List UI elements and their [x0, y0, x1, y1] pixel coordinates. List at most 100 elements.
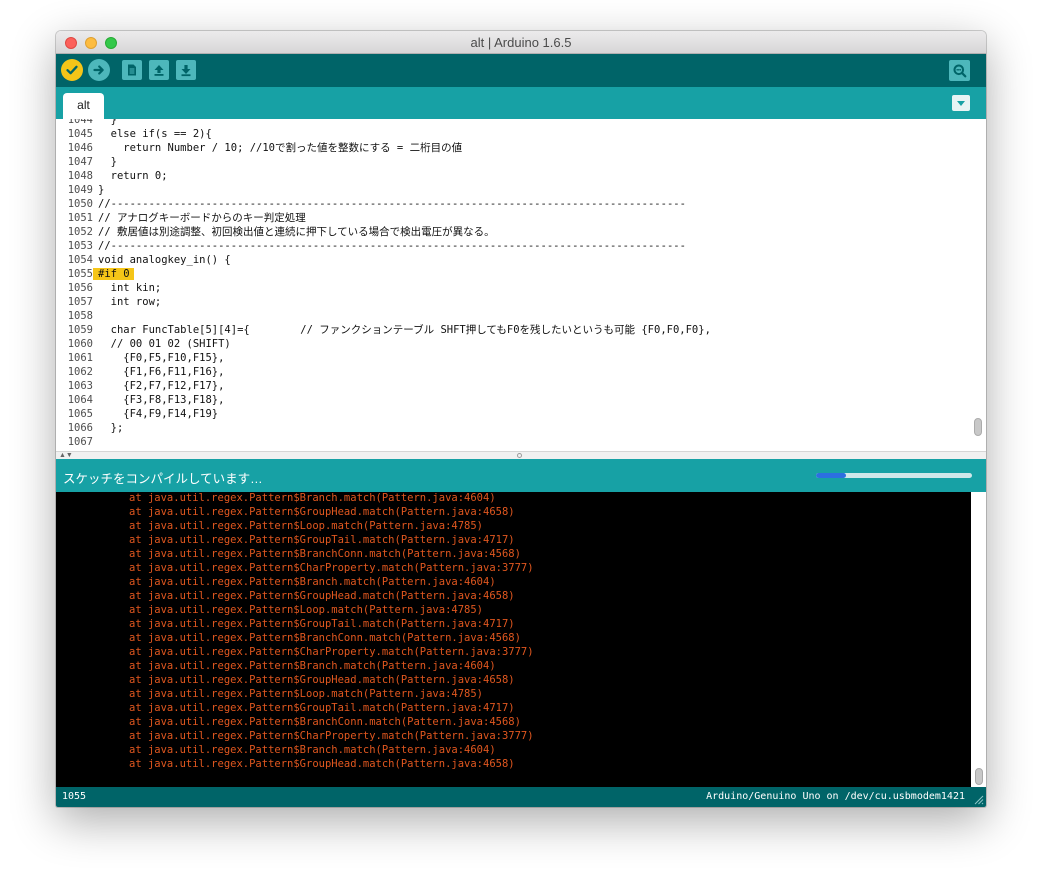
console-line: at java.util.regex.Pattern$GroupTail.mat… [129, 618, 515, 630]
code-line[interactable]: 1063 {F2,F7,F12,F17}, [56, 379, 971, 393]
line-number: 1045 [67, 128, 93, 140]
line-number: 1044 [67, 119, 93, 126]
console-line: at java.util.regex.Pattern$GroupHead.mat… [129, 506, 515, 518]
code-line[interactable]: 1053 //----------------------------------… [56, 239, 971, 253]
code-line[interactable]: 1056 int kin; [56, 281, 971, 295]
new-sketch-button[interactable] [122, 60, 142, 80]
code-line[interactable]: 1046 return Number / 10; //10で割った値を整数にする… [56, 141, 971, 155]
console-line: at java.util.regex.Pattern$CharProperty.… [129, 562, 534, 574]
tab-menu-button[interactable] [952, 95, 970, 111]
code-line[interactable]: 1065 {F4,F9,F14,F19} [56, 407, 971, 421]
code-line[interactable]: 1057 int row; [56, 295, 971, 309]
code-line[interactable]: 1067 [56, 435, 971, 449]
line-number: 1063 [67, 380, 93, 392]
code-line[interactable]: 1062 {F1,F6,F11,F16}, [56, 365, 971, 379]
code-text: void analogkey_in() { [98, 254, 231, 266]
code-text: // アナログキーボードからのキー判定処理 [98, 212, 306, 224]
code-line[interactable]: 1061 {F0,F5,F10,F15}, [56, 351, 971, 365]
line-number: 1055 [67, 268, 93, 280]
code-text: // 00 01 02 (SHIFT) [98, 338, 231, 350]
console-line: at java.util.regex.Pattern$GroupHead.mat… [129, 674, 515, 686]
console-line: at java.util.regex.Pattern$Loop.match(Pa… [129, 604, 484, 616]
code-line[interactable]: 1048 return 0; [56, 169, 971, 183]
line-number: 1050 [67, 198, 93, 210]
status-bar: スケッチをコンパイルしています… [56, 459, 986, 492]
code-text: #if 0 [93, 268, 134, 280]
code-line[interactable]: 1064 {F3,F8,F13,F18}, [56, 393, 971, 407]
console-line: at java.util.regex.Pattern$BranchConn.ma… [129, 632, 521, 644]
console-line: at java.util.regex.Pattern$BranchConn.ma… [129, 548, 521, 560]
open-sketch-button[interactable] [149, 60, 169, 80]
code-text: return Number / 10; //10で割った値を整数にする = 二桁… [98, 142, 463, 154]
code-line[interactable]: 1044 } [56, 119, 971, 127]
title-bar[interactable]: alt | Arduino 1.6.5 [56, 31, 986, 54]
code-line-highlighted[interactable]: 1055 #if 0 [56, 267, 971, 281]
compile-progress-fill [816, 473, 846, 478]
line-number: 1054 [67, 254, 93, 266]
resize-grip-icon[interactable] [974, 795, 984, 805]
editor-console-divider[interactable]: ▲▼ [56, 451, 986, 459]
arduino-ide-window: alt | Arduino 1.6.5 alt 1044} 1045 else… [56, 31, 986, 807]
console-line: at java.util.regex.Pattern$GroupHead.mat… [129, 758, 515, 770]
status-message: スケッチをコンパイルしています… [63, 472, 263, 486]
console-line: at java.util.regex.Pattern$Branch.match(… [129, 576, 496, 588]
code-text: {F2,F7,F12,F17}, [98, 380, 225, 392]
current-line-number: 1055 [62, 791, 87, 802]
code-editor[interactable]: 1044 } 1045 else if(s == 2){1046 return N… [56, 119, 986, 451]
line-number: 1067 [67, 436, 93, 448]
console-scrollbar-thumb[interactable] [975, 768, 983, 785]
line-number: 1051 [67, 212, 93, 224]
tab-bar: alt [56, 87, 986, 119]
code-text: //--------------------------------------… [98, 198, 686, 210]
verify-button[interactable] [61, 59, 83, 81]
console-lines: at java.util.regex.Pattern$Branch.match(… [56, 492, 970, 771]
editor-scrollbar-thumb[interactable] [974, 418, 982, 436]
board-port-info: Arduino/Genuino Uno on /dev/cu.usbmodem1… [706, 791, 965, 802]
code-line[interactable]: 1051 // アナログキーボードからのキー判定処理 [56, 211, 971, 225]
save-sketch-button[interactable] [176, 60, 196, 80]
console-output[interactable]: at java.util.regex.Pattern$Branch.match(… [56, 492, 986, 787]
code-text: int row; [98, 296, 162, 308]
line-number: 1066 [67, 422, 93, 434]
line-number: 1064 [67, 394, 93, 406]
toolbar [56, 54, 986, 87]
divider-handle-icon[interactable] [517, 453, 522, 458]
code-line[interactable]: 1045 else if(s == 2){ [56, 127, 971, 141]
code-line[interactable]: 1052 // 敷居値は別途調整、初回検出値と連続に押下している場合で検出電圧が異… [56, 225, 971, 239]
line-number: 1047 [67, 156, 93, 168]
upload-button[interactable] [88, 59, 110, 81]
code-line[interactable]: 1049} [56, 183, 971, 197]
console-line: at java.util.regex.Pattern$CharProperty.… [129, 730, 534, 742]
code-text: int kin; [98, 282, 162, 294]
line-number: 1053 [67, 240, 93, 252]
console-line: at java.util.regex.Pattern$Loop.match(Pa… [129, 520, 484, 532]
collapse-arrows-icon[interactable]: ▲▼ [59, 452, 73, 459]
line-number: 1059 [67, 324, 93, 336]
code-text: {F4,F9,F14,F19} [98, 408, 219, 420]
console-line: at java.util.regex.Pattern$GroupHead.mat… [129, 590, 515, 602]
serial-monitor-icon [953, 64, 967, 78]
code-line[interactable]: 1047 } [56, 155, 971, 169]
code-line[interactable]: 1058 [56, 309, 971, 323]
code-line[interactable]: 1060 // 00 01 02 (SHIFT) [56, 337, 971, 351]
save-icon [181, 65, 191, 77]
line-number: 1058 [67, 310, 93, 322]
code-text: //--------------------------------------… [98, 240, 686, 252]
code-text: } [98, 184, 105, 196]
line-number: 1048 [67, 170, 93, 182]
tab-alt[interactable]: alt [63, 93, 104, 119]
code-line[interactable]: 1050 //----------------------------------… [56, 197, 971, 211]
code-line[interactable]: 1059 char FuncTable[5][4]={ // ファンクションテー… [56, 323, 971, 337]
code-line[interactable]: 1066 }; [56, 421, 971, 435]
code-text: {F0,F5,F10,F15}, [98, 352, 225, 364]
code-text: return 0; [98, 170, 168, 182]
serial-monitor-button[interactable] [949, 60, 970, 81]
console-line: at java.util.regex.Pattern$Loop.match(Pa… [129, 688, 484, 700]
line-number: 1049 [67, 184, 93, 196]
code-line[interactable]: 1054 void analogkey_in() { [56, 253, 971, 267]
console-scrollbar-track[interactable] [971, 492, 986, 787]
line-number: 1057 [67, 296, 93, 308]
new-icon [128, 64, 136, 76]
